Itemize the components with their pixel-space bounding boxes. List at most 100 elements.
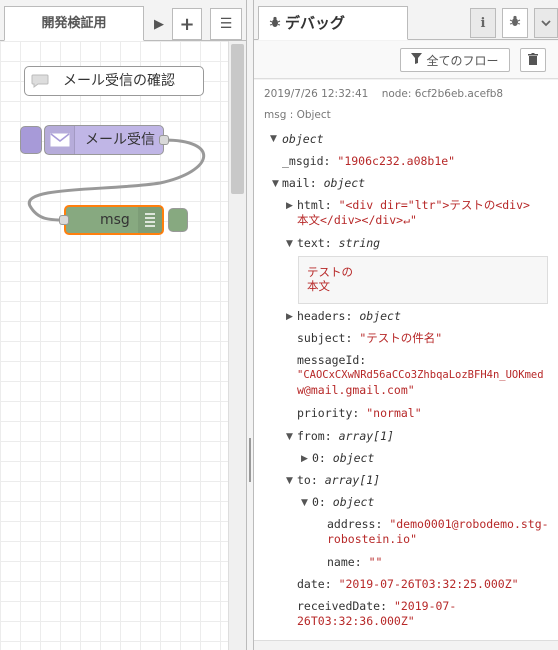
from-key: from: — [297, 429, 332, 443]
receiveddate-key: receivedDate: — [297, 599, 388, 613]
flow-list-button[interactable]: ☰ — [210, 8, 242, 40]
headers-key: headers: — [297, 309, 353, 323]
messageid-value-line2: w@mail.gmail.com" — [297, 383, 415, 397]
tree-from-0[interactable]: 0: object — [312, 451, 374, 465]
text-value-line1: テストの — [307, 265, 353, 279]
comment-node-label: メール受信の確認 — [63, 73, 175, 89]
tree-headers[interactable]: headers: object — [297, 309, 401, 323]
flow-canvas[interactable]: メール受信の確認 メール受信 msg — [0, 41, 228, 650]
tree-address-cont: robostein.io" — [327, 532, 417, 546]
filter-flows-button[interactable]: 全てのフロー — [400, 48, 510, 72]
tree-mail[interactable]: mail: object — [282, 176, 365, 190]
sidebar: デバッグ i 全てのフロー 2019/7/26 12:32:41 node: 6… — [254, 0, 558, 650]
filter-label: 全てのフロー — [426, 53, 499, 68]
chevron-down-icon — [541, 16, 551, 31]
comment-node[interactable]: メール受信の確認 — [24, 66, 204, 96]
from-type: array[1] — [338, 429, 394, 443]
html-value-line2: 本文</div></div>↵" — [297, 213, 417, 227]
sidebar-footer — [254, 640, 558, 650]
add-flow-button[interactable]: + — [172, 8, 202, 40]
mail-node-output-port[interactable] — [159, 135, 169, 145]
message-meta: 2019/7/26 12:32:41 node: 6cf2b6eb.acefb8 — [264, 88, 503, 100]
trash-icon — [528, 52, 538, 68]
bug-icon — [269, 8, 281, 40]
tree-receiveddate-cont: 26T03:32:36.000Z" — [297, 614, 415, 628]
from0-type: object — [332, 451, 375, 465]
expand-from0-icon[interactable]: ▶ — [301, 454, 308, 464]
info-icon: i — [480, 15, 486, 31]
scrollbar-thumb[interactable] — [231, 44, 244, 194]
debug-node-input-port[interactable] — [59, 215, 69, 225]
root-type: object — [282, 132, 324, 146]
message-timestamp: 2019/7/26 12:32:41 — [264, 88, 369, 100]
message-topic: msg : Object — [264, 109, 331, 121]
priority-value: "normal" — [366, 406, 422, 420]
messageid-key: messageId: — [297, 353, 367, 367]
tree-root[interactable]: object — [282, 132, 324, 146]
debug-node-toggle[interactable] — [168, 208, 188, 232]
mail-key: mail: — [282, 176, 317, 190]
clear-messages-button[interactable] — [520, 48, 546, 72]
expand-root-icon[interactable]: ▼ — [270, 134, 277, 144]
debug-node[interactable]: msg — [64, 205, 164, 235]
tree-to-0[interactable]: 0: object — [312, 495, 374, 509]
bug-icon — [509, 15, 521, 31]
tree-text[interactable]: text: string — [297, 236, 380, 250]
to0-type: object — [332, 495, 375, 509]
expand-mail-icon[interactable]: ▼ — [272, 179, 279, 189]
msgid-value: "1906c232.a08b1e" — [337, 154, 456, 168]
subject-value: "テストの件名" — [359, 331, 443, 345]
tree-html[interactable]: html: "<div dir="ltr">テストの<div> — [297, 198, 530, 212]
mail-trigger-button[interactable] — [20, 126, 42, 154]
expand-from-icon[interactable]: ▼ — [286, 432, 293, 442]
expand-headers-icon[interactable]: ▶ — [286, 312, 293, 322]
mail-receive-node[interactable]: メール受信 — [44, 125, 164, 155]
tree-priority: priority: "normal" — [297, 406, 422, 420]
plus-icon: + — [179, 13, 195, 35]
tree-address: address: "demo0001@robodemo.stg- — [327, 517, 549, 531]
name-value: "" — [368, 555, 383, 569]
canvas-vertical-scrollbar[interactable] — [228, 41, 246, 650]
debug-toolbar: 全てのフロー — [254, 41, 558, 79]
expand-text-icon[interactable]: ▼ — [286, 239, 293, 249]
tree-messageid-value: "CAOCxCXwNRd56aCCo3ZhbqaLozBFH4n_UOKmed — [297, 368, 544, 382]
tree-msgid: _msgid: "1906c232.a08b1e" — [282, 154, 455, 168]
message-node-link[interactable]: node: 6cf2b6eb.acefb8 — [382, 88, 503, 100]
comment-icon — [25, 67, 55, 95]
tree-name: name: "" — [327, 555, 382, 569]
debug-tab-button[interactable] — [502, 8, 528, 38]
tree-messageid: messageId: — [297, 353, 366, 367]
workspace: 開発検証用 ▶ + ☰ メール受信の確認 メール受信 msg — [0, 0, 246, 650]
sidebar-resize-handle[interactable] — [246, 0, 254, 650]
mail-node-label: メール受信 — [85, 132, 155, 148]
address-key: address: — [327, 517, 383, 531]
to-key: to: — [297, 473, 318, 487]
from0-key: 0: — [312, 451, 326, 465]
tab-debug[interactable]: デバッグ — [258, 6, 408, 40]
receiveddate-value-line2: 26T03:32:36.000Z" — [297, 614, 415, 628]
tree-from[interactable]: from: array[1] — [297, 429, 394, 443]
subject-key: subject: — [297, 331, 353, 345]
tree-subject: subject: "テストの件名" — [297, 331, 442, 345]
debug-message-list[interactable]: 2019/7/26 12:32:41 node: 6cf2b6eb.acefb8… — [254, 80, 558, 640]
expand-to-icon[interactable]: ▼ — [286, 476, 293, 486]
debug-node-label: msg — [100, 212, 130, 228]
text-value-line2: 本文 — [307, 279, 330, 293]
expand-html-icon[interactable]: ▶ — [286, 201, 293, 211]
debug-list-icon — [138, 207, 162, 233]
sidebar-tabs-menu-button[interactable] — [534, 8, 558, 38]
priority-key: priority: — [297, 406, 360, 420]
info-tab-button[interactable]: i — [470, 8, 496, 38]
text-type: string — [338, 236, 381, 250]
expand-to0-icon[interactable]: ▼ — [301, 498, 308, 508]
tab-flow[interactable]: 開発検証用 — [4, 6, 144, 41]
name-key: name: — [327, 555, 362, 569]
text-string-box: テストの 本文 — [298, 256, 548, 304]
triangle-right-icon: ▶ — [154, 16, 164, 32]
tree-html-cont: 本文</div></div>↵" — [297, 213, 417, 227]
workspace-tabbar: 開発検証用 ▶ + ☰ — [0, 0, 246, 41]
tree-to[interactable]: to: array[1] — [297, 473, 380, 487]
tree-messageid-cont: w@mail.gmail.com" — [297, 383, 415, 397]
scroll-tabs-right-button[interactable]: ▶ — [148, 8, 170, 40]
html-key: html: — [297, 198, 332, 212]
